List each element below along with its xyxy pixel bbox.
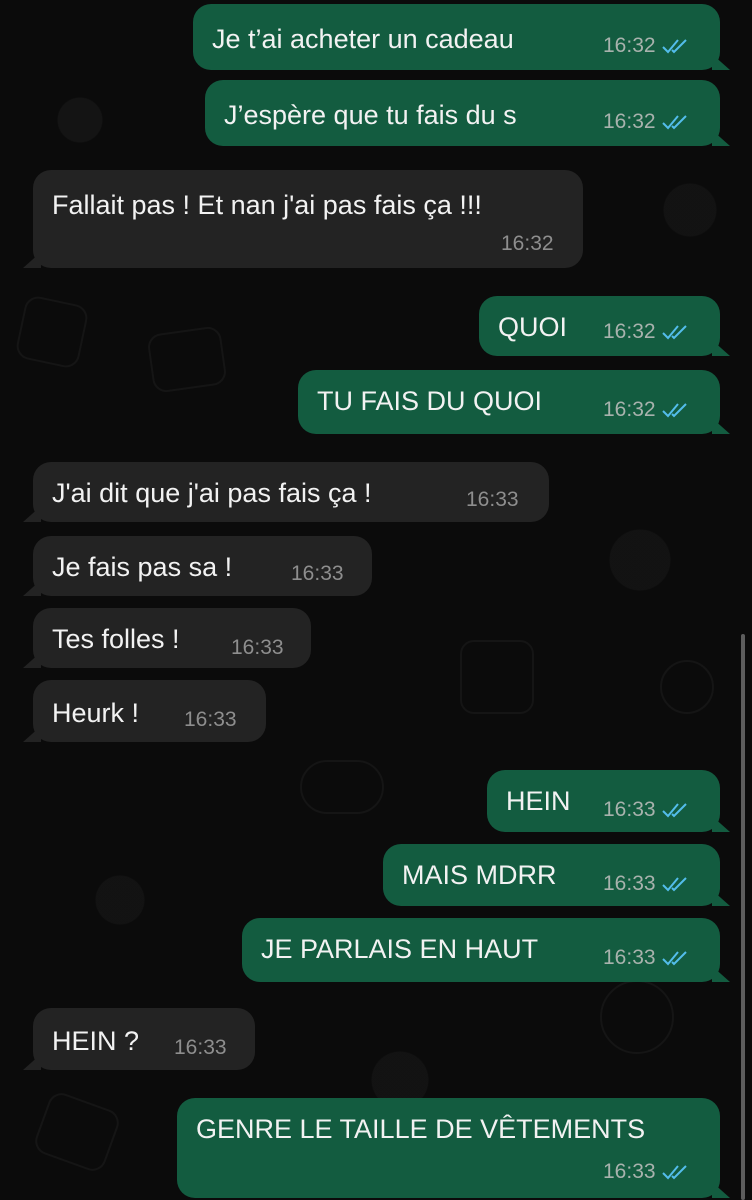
bubble-tail <box>23 252 41 268</box>
bubble-tail <box>23 1054 41 1070</box>
message-text: Je t’ai acheter un cadeau <box>212 24 514 54</box>
double-check-icon <box>661 1165 687 1180</box>
message-meta: 16:33 <box>466 488 519 512</box>
outgoing-message-bubble[interactable]: TU FAIS DU QUOI 16:32 <box>298 370 730 434</box>
message-time: 16:32 <box>603 110 656 133</box>
bubble-tail <box>712 890 730 906</box>
bubble-tail <box>23 726 41 742</box>
outgoing-message-bubble[interactable]: MAIS MDRR 16:33 <box>383 844 730 906</box>
message-time: 16:33 <box>174 1036 227 1059</box>
message-time: 16:33 <box>466 488 519 511</box>
message-time: 16:32 <box>603 320 656 343</box>
message-text: JE PARLAIS EN HAUT <box>261 934 539 964</box>
incoming-message-bubble[interactable]: Heurk ! 16:33 <box>23 680 266 742</box>
message-text: Fallait pas ! Et nan j'ai pas fais ça !!… <box>52 190 482 220</box>
message-text: HEIN ? <box>52 1026 140 1056</box>
message-time: 16:33 <box>291 562 344 585</box>
bubble-tail <box>712 418 730 434</box>
outgoing-message-bubble[interactable]: JE PARLAIS EN HAUT 16:33 <box>242 918 730 982</box>
incoming-message-bubble[interactable]: J'ai dit que j'ai pas fais ça ! 16:33 <box>23 462 549 522</box>
scrollbar[interactable] <box>741 634 745 1200</box>
message-text: TU FAIS DU QUOI <box>317 386 543 416</box>
message-time: 16:33 <box>603 946 656 969</box>
message-time: 16:32 <box>501 232 554 255</box>
bubble-tail <box>23 506 41 522</box>
outgoing-message-bubble[interactable]: QUOI 16:32 <box>479 296 730 356</box>
double-check-icon <box>661 325 687 340</box>
message-meta: 16:33 <box>231 636 284 660</box>
outgoing-message-bubble[interactable]: J’espère que tu fais du s 16:32 <box>205 80 730 146</box>
message-text: J’espère que tu fais du s <box>224 100 517 130</box>
incoming-message-bubble[interactable]: Fallait pas ! Et nan j'ai pas fais ça !!… <box>23 170 583 268</box>
message-meta: 16:32 <box>603 34 691 58</box>
message-meta: 16:33 <box>603 798 691 822</box>
double-check-icon <box>661 115 687 130</box>
message-text: QUOI <box>498 312 568 342</box>
double-check-icon <box>661 403 687 418</box>
message-time: 16:33 <box>603 798 656 821</box>
message-time: 16:32 <box>603 34 656 57</box>
bubble-tail <box>712 130 730 146</box>
message-text: Je fais pas sa ! <box>52 552 233 582</box>
message-time: 16:33 <box>603 1160 656 1183</box>
incoming-message-bubble[interactable]: HEIN ? 16:33 <box>23 1008 255 1070</box>
message-meta: 16:33 <box>603 1160 691 1184</box>
incoming-message-bubble[interactable]: Je fais pas sa ! 16:33 <box>23 536 372 596</box>
message-meta: 16:33 <box>291 562 344 586</box>
outgoing-message-bubble[interactable]: Je t’ai acheter un cadeau 16:32 <box>193 4 730 70</box>
message-text: HEIN <box>506 786 571 816</box>
incoming-message-bubble[interactable]: Tes folles ! 16:33 <box>23 608 311 668</box>
message-meta: 16:33 <box>174 1036 227 1060</box>
message-meta: 16:33 <box>603 946 691 970</box>
message-time: 16:33 <box>184 708 237 731</box>
message-text: Tes folles ! <box>52 624 180 654</box>
message-meta: 16:33 <box>603 872 691 896</box>
message-text: Heurk ! <box>52 698 140 728</box>
outgoing-message-bubble[interactable]: HEIN 16:33 <box>487 770 730 832</box>
message-text: GENRE LE TAILLE DE VÊTEMENTS <box>196 1114 646 1144</box>
message-time: 16:33 <box>603 872 656 895</box>
double-check-icon <box>661 877 687 892</box>
bubble-tail <box>712 340 730 356</box>
message-meta: 16:32 <box>603 110 691 134</box>
message-meta: 16:33 <box>184 708 237 732</box>
message-meta: 16:32 <box>603 320 691 344</box>
message-meta: 16:32 <box>501 232 554 256</box>
bubble-tail <box>23 652 41 668</box>
bubble-tail <box>712 816 730 832</box>
outgoing-message-bubble[interactable]: GENRE LE TAILLE DE VÊTEMENTS 16:33 <box>177 1098 730 1198</box>
message-time: 16:32 <box>603 398 656 421</box>
bubble-tail <box>712 1182 730 1198</box>
bubble-tail <box>712 966 730 982</box>
double-check-icon <box>661 803 687 818</box>
message-meta: 16:32 <box>603 398 691 422</box>
bubble-tail <box>712 54 730 70</box>
message-text: MAIS MDRR <box>402 860 557 890</box>
double-check-icon <box>661 39 687 54</box>
double-check-icon <box>661 951 687 966</box>
bubble-tail <box>23 580 41 596</box>
message-time: 16:33 <box>231 636 284 659</box>
message-text: J'ai dit que j'ai pas fais ça ! <box>52 478 372 508</box>
